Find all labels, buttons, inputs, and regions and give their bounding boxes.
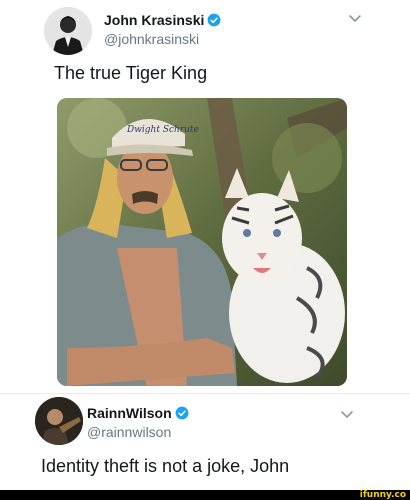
person-avatar-icon: [35, 397, 83, 445]
person-suit-avatar-icon: [44, 7, 92, 55]
tweet-text: The true Tiger King: [54, 63, 208, 83]
author-handle[interactable]: @rainnwilson: [87, 424, 171, 440]
verified-badge-icon: [207, 13, 221, 27]
watermark: ifunny.co: [359, 490, 406, 500]
tweet-text: Identity theft is not a joke, John: [41, 456, 290, 476]
author-name[interactable]: RainnWilson: [87, 405, 189, 421]
cap-text: Dwight Schrute: [126, 125, 199, 135]
tweet-john: John Krasinski @johnkrasinski The true T…: [0, 0, 410, 390]
chevron-down-icon[interactable]: [348, 14, 362, 24]
author-handle[interactable]: @johnkrasinski: [104, 31, 199, 47]
avatar[interactable]: [44, 7, 92, 55]
chevron-down-icon[interactable]: [340, 410, 354, 420]
author-name[interactable]: John Krasinski: [104, 12, 221, 28]
tweet-rainn: RainnWilson @rainnwilson Identity theft …: [0, 394, 410, 490]
footer-bar: [0, 490, 410, 500]
tweet-photo[interactable]: Dwight Schrute: [57, 98, 347, 386]
avatar[interactable]: [35, 397, 83, 445]
tiger-king-photo: Dwight Schrute: [57, 98, 347, 386]
verified-badge-icon: [175, 406, 189, 420]
